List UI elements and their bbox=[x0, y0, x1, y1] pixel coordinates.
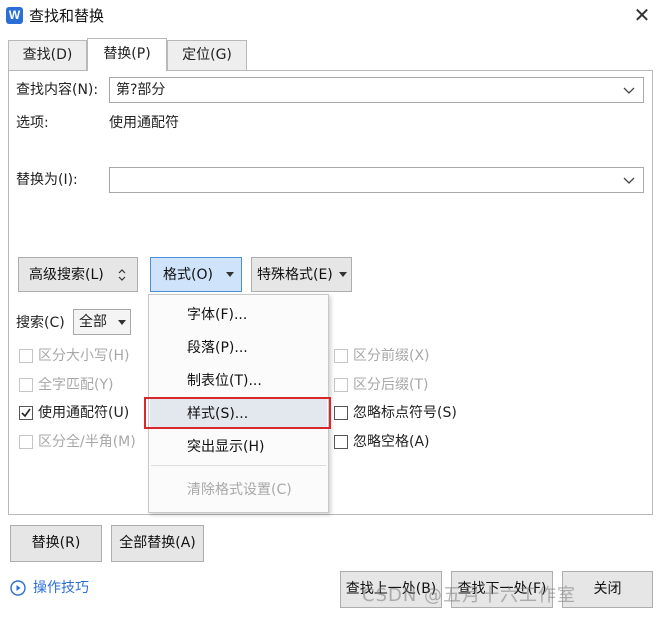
annotation-highlight-box bbox=[144, 397, 331, 429]
menu-item-clear-formatting[interactable]: 清除格式设置(C) bbox=[187, 480, 292, 500]
menu-item-paragraph[interactable]: 段落(P)... bbox=[187, 338, 248, 358]
match-prefix-label: 区分前缀(X) bbox=[353, 348, 430, 364]
dropdown-arrow-icon bbox=[339, 272, 347, 277]
special-format-button[interactable]: 特殊格式(E) bbox=[251, 257, 352, 292]
expand-collapse-icon bbox=[118, 269, 126, 281]
tips-icon[interactable] bbox=[10, 580, 26, 596]
match-suffix-label: 区分后缀(T) bbox=[353, 377, 429, 393]
tab-find[interactable]: 查找(D) bbox=[8, 40, 87, 71]
watermark: CSDN @五月十六工作室 bbox=[362, 585, 577, 606]
whole-word-label: 全字匹配(Y) bbox=[38, 377, 114, 393]
menu-item-font[interactable]: 字体(F)... bbox=[187, 305, 247, 325]
replace-all-button[interactable]: 全部替换(A) bbox=[111, 525, 204, 562]
search-label: 搜索(C) bbox=[16, 315, 65, 331]
window-title: 查找和替换 bbox=[29, 7, 105, 25]
match-prefix-checkbox[interactable] bbox=[334, 349, 348, 363]
dropdown-arrow-icon bbox=[118, 320, 126, 325]
replace-label: 替换为(I): bbox=[16, 172, 78, 188]
dropdown-arrow-icon bbox=[226, 272, 234, 277]
tab-replace[interactable]: 替换(P) bbox=[87, 38, 167, 71]
search-scope-select[interactable]: 全部 bbox=[73, 309, 131, 335]
special-format-label: 特殊格式(E) bbox=[257, 267, 333, 283]
whole-word-checkbox[interactable] bbox=[19, 378, 33, 392]
advanced-search-label: 高级搜索(L) bbox=[29, 267, 104, 283]
menu-separator bbox=[151, 465, 326, 466]
options-label: 选项: bbox=[16, 115, 49, 131]
ignore-punctuation-checkbox[interactable] bbox=[334, 406, 348, 420]
menu-item-highlight[interactable]: 突出显示(H) bbox=[187, 437, 264, 457]
checkmark-icon bbox=[21, 408, 31, 418]
match-case-label: 区分大小写(H) bbox=[38, 348, 130, 364]
search-scope-value: 全部 bbox=[79, 314, 107, 330]
chevron-down-icon[interactable] bbox=[623, 83, 635, 97]
match-case-checkbox[interactable] bbox=[19, 349, 33, 363]
menu-item-tabs[interactable]: 制表位(T)... bbox=[187, 371, 262, 391]
tips-link[interactable]: 操作技巧 bbox=[33, 578, 89, 598]
find-label: 查找内容(N): bbox=[16, 82, 99, 98]
full-half-width-checkbox[interactable] bbox=[19, 435, 33, 449]
match-suffix-checkbox[interactable] bbox=[334, 378, 348, 392]
tab-goto[interactable]: 定位(G) bbox=[167, 40, 247, 71]
ignore-spaces-label: 忽略空格(A) bbox=[353, 434, 430, 450]
use-wildcards-label: 使用通配符(U) bbox=[38, 405, 130, 421]
options-value: 使用通配符 bbox=[109, 115, 179, 131]
app-logo-icon: W bbox=[6, 7, 23, 24]
replace-button[interactable]: 替换(R) bbox=[10, 525, 102, 562]
close-icon[interactable]: ✕ bbox=[630, 4, 654, 28]
title-bar: W 查找和替换 ✕ bbox=[0, 0, 663, 32]
use-wildcards-checkbox[interactable] bbox=[19, 406, 33, 420]
chevron-down-icon[interactable] bbox=[623, 173, 635, 187]
ignore-spaces-checkbox[interactable] bbox=[334, 435, 348, 449]
format-button[interactable]: 格式(O) bbox=[150, 257, 242, 292]
format-label: 格式(O) bbox=[163, 267, 213, 283]
full-half-width-label: 区分全/半角(M) bbox=[38, 434, 136, 450]
find-input[interactable]: 第?部分 bbox=[109, 77, 644, 103]
ignore-punctuation-label: 忽略标点符号(S) bbox=[353, 405, 457, 421]
find-value: 第?部分 bbox=[116, 82, 166, 98]
advanced-search-button[interactable]: 高级搜索(L) bbox=[18, 257, 138, 292]
replace-input[interactable] bbox=[109, 167, 644, 193]
